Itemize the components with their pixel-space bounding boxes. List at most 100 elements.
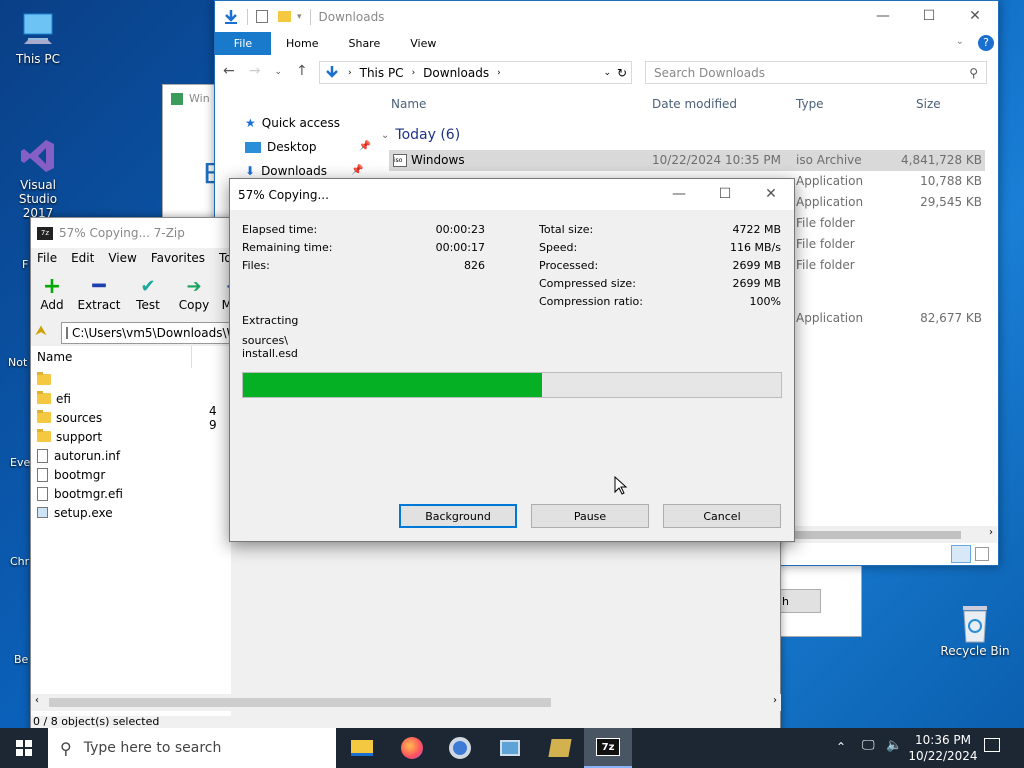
scroll-left-icon[interactable]: ‹: [35, 695, 39, 706]
list-item[interactable]: setup.exe: [37, 503, 113, 522]
list-item[interactable]: bootmgr: [37, 465, 105, 484]
taskbar-file-explorer[interactable]: [338, 728, 386, 768]
show-hidden-icons-icon[interactable]: ⌃: [836, 740, 846, 754]
column-header-name[interactable]: Name: [391, 97, 426, 111]
list-item[interactable]: support: [37, 427, 102, 446]
file-row-name[interactable]: iso Windows: [393, 153, 465, 167]
minimize-button[interactable]: —: [656, 179, 702, 209]
list-item[interactable]: autorun.inf: [37, 446, 120, 465]
taskbar-7zip[interactable]: 7z: [584, 728, 632, 768]
tab-home[interactable]: Home: [271, 37, 333, 50]
menu-edit[interactable]: Edit: [71, 251, 94, 265]
7zip-menu: File Edit View Favorites Tools: [37, 251, 249, 265]
tab-file[interactable]: File: [215, 32, 271, 55]
taskbar-search-box[interactable]: ⚲ Type here to search: [48, 728, 336, 768]
extract-button[interactable]: ━ Extract: [73, 276, 125, 313]
close-button[interactable]: ✕: [952, 1, 998, 31]
address-dropdown-icon[interactable]: ⌄: [603, 68, 611, 78]
desktop-partial-label: Be: [14, 653, 29, 666]
customize-qat-icon[interactable]: ▾: [297, 12, 302, 22]
7zip-file-list[interactable]: Name efi sources 4 9 support autorun.inf boot…: [31, 346, 231, 716]
up-folder-icon[interactable]: ⮝: [35, 323, 57, 343]
properties-icon[interactable]: [256, 10, 268, 23]
close-button[interactable]: ✕: [748, 179, 794, 209]
recycle-bin-icon: [955, 602, 995, 643]
details-view-icon[interactable]: [951, 545, 971, 563]
file-type: Application: [796, 311, 864, 325]
up-arrow-icon[interactable]: ↑: [296, 63, 308, 79]
list-item[interactable]: [37, 370, 56, 389]
ribbon-tabs: File Home Share View: [215, 32, 998, 55]
add-button[interactable]: + Add: [37, 276, 67, 313]
start-button[interactable]: [0, 728, 48, 768]
column-header-type[interactable]: Type: [796, 97, 824, 111]
volume-muted-icon[interactable]: 🔈: [886, 738, 902, 753]
pause-button[interactable]: Pause: [531, 504, 649, 528]
pin-icon[interactable]: 📌: [359, 135, 371, 159]
scroll-right-icon[interactable]: ›: [773, 695, 777, 706]
chrome-icon: [449, 737, 471, 759]
copy-button[interactable]: ➔ Copy: [173, 276, 215, 312]
7zip-horizontal-scrollbar[interactable]: ‹ ›: [31, 694, 781, 711]
menu-file[interactable]: File: [37, 251, 57, 265]
network-icon[interactable]: 🖵: [862, 738, 875, 753]
list-item[interactable]: sources 4 9: [37, 404, 217, 432]
test-button[interactable]: ✔ Test: [129, 276, 167, 312]
desktop-icon-recycle-bin[interactable]: Recycle Bin: [937, 602, 1013, 658]
search-placeholder: Search Downloads: [654, 65, 765, 80]
horizontal-scrollbar[interactable]: ›: [781, 526, 997, 543]
background-window-button[interactable]: h: [775, 589, 821, 613]
scroll-right-icon[interactable]: ›: [989, 527, 993, 538]
group-header[interactable]: ⌄ Today (6): [381, 127, 460, 143]
column-header-name[interactable]: Name: [37, 350, 72, 364]
taskbar-chrome[interactable]: [436, 728, 484, 768]
taskbar-app-2[interactable]: [536, 728, 584, 768]
menu-favorites[interactable]: Favorites: [151, 251, 205, 265]
7zip-path-field[interactable]: C:\Users\vm5\Downloads\W: [61, 322, 231, 344]
app-icon: [500, 740, 520, 756]
address-bar[interactable]: › This PC › Downloads › ⌄ ↻: [319, 61, 632, 84]
progress-bar-fill: [243, 373, 542, 397]
speed-value: 116 MB/s: [730, 241, 781, 254]
tab-share[interactable]: Share: [333, 37, 395, 50]
column-header-size[interactable]: Size: [916, 97, 941, 111]
background-button[interactable]: Background: [399, 504, 517, 528]
breadcrumb-this-pc[interactable]: This PC: [360, 66, 404, 80]
copy-progress-dialog[interactable]: 57% Copying... — ☐ ✕ Elapsed time: 00:00…: [229, 178, 795, 542]
speed-label: Speed:: [539, 241, 578, 254]
cancel-button[interactable]: Cancel: [663, 504, 781, 528]
search-box[interactable]: Search Downloads ⚲: [645, 61, 987, 84]
menu-view[interactable]: View: [108, 251, 136, 265]
taskbar-firefox[interactable]: [388, 728, 436, 768]
scrollbar-thumb[interactable]: [781, 531, 961, 539]
nav-item-quick-access[interactable]: ★ Quick access: [245, 111, 371, 135]
desktop-icon-visual-studio[interactable]: Visual Studio 2017: [0, 108, 76, 234]
visual-studio-icon: [18, 122, 58, 172]
large-icons-view-icon[interactable]: [975, 547, 989, 561]
new-folder-icon[interactable]: [278, 11, 291, 22]
column-header-date[interactable]: Date modified: [652, 97, 737, 111]
back-arrow-icon[interactable]: ←: [223, 63, 235, 79]
file-type: iso Archive: [796, 153, 862, 167]
list-item[interactable]: efi: [37, 389, 71, 408]
folder-icon: [37, 372, 51, 385]
notifications-icon[interactable]: [984, 738, 1000, 752]
maximize-button[interactable]: ☐: [702, 179, 748, 209]
breadcrumb-downloads[interactable]: Downloads: [423, 66, 489, 80]
forward-arrow-icon[interactable]: →: [249, 63, 261, 79]
taskbar-clock[interactable]: 10:36 PM 10/22/2024: [908, 732, 978, 764]
computer-icon: [18, 10, 58, 50]
desktop-icon-this-pc[interactable]: This PC: [0, 10, 76, 66]
scrollbar-thumb[interactable]: [49, 698, 551, 707]
tab-view[interactable]: View: [395, 37, 451, 50]
ribbon-expand-icon[interactable]: ⌄: [956, 36, 964, 47]
file-type: File folder: [796, 216, 855, 230]
minimize-button[interactable]: —: [860, 1, 906, 31]
maximize-button[interactable]: ☐: [906, 1, 952, 31]
help-icon[interactable]: ?: [978, 35, 994, 51]
refresh-icon[interactable]: ↻: [617, 66, 627, 80]
taskbar-app[interactable]: [486, 728, 534, 768]
recent-locations-icon[interactable]: ⌄: [274, 67, 282, 79]
nav-item-desktop[interactable]: Desktop 📌: [245, 135, 371, 159]
list-item[interactable]: bootmgr.efi: [37, 484, 123, 503]
